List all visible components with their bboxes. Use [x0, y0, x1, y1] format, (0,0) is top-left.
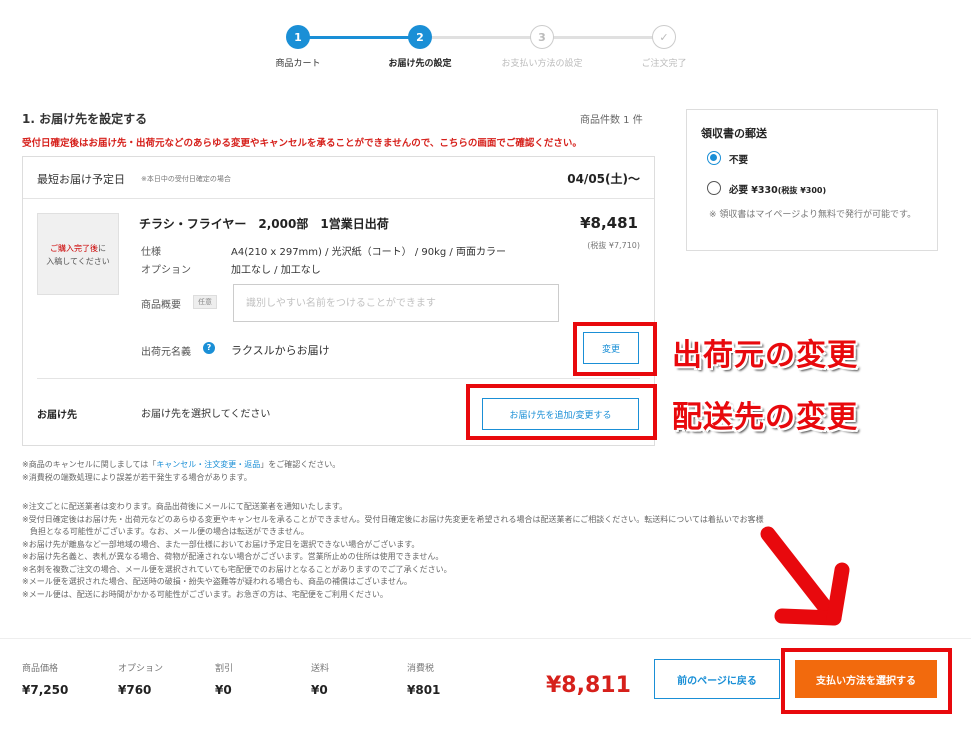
summary-shipping: 送料 ¥0	[311, 661, 329, 697]
step-3-label: お支払い方法の設定	[501, 59, 583, 69]
tax-rounding-note: ※消費税の端数処理により誤差が若干発生する場合があります。	[22, 473, 252, 482]
step-3-circle: 3	[530, 25, 554, 49]
step-1-label: 商品カート	[275, 59, 321, 69]
delivery-date-label: 最短お届け予定日	[37, 173, 125, 186]
annotation-arrow-icon	[760, 526, 850, 626]
summary-label: 消費税	[407, 664, 435, 674]
receipt-title: 領収書の郵送	[701, 127, 767, 140]
receipt-option-needed-tax: (税抜 ¥300)	[777, 186, 827, 195]
thumb-text-suffix: に	[98, 244, 106, 253]
memo-input[interactable]	[233, 284, 559, 322]
divider	[37, 378, 640, 379]
spec-value: A4(210 x 297mm) / 光沢紙（コート） / 90kg / 両面カラ…	[231, 247, 506, 258]
option-label: オプション	[141, 265, 191, 276]
summary-label: 割引	[215, 664, 234, 674]
product-name: チラシ・フライヤー 2,000部 1営業日出荷	[139, 217, 389, 231]
product-price: ¥8,481	[580, 214, 638, 232]
warning-message: 受付日確定後はお届け先・出荷元などのあらゆる変更やキャンセルを承ることができませ…	[22, 138, 582, 149]
highlight-destination-change	[466, 384, 657, 440]
summary-value: ¥760	[118, 683, 152, 697]
summary-product-price: 商品価格 ¥7,250	[22, 661, 68, 697]
note-text: 」をご確認ください。	[260, 460, 341, 469]
order-summary-footer: 商品価格 ¥7,250 オプション ¥760 割引 ¥0 送料 ¥0 消費税 ¥…	[0, 638, 971, 730]
section-title: 1. お届け先を設定する	[22, 112, 148, 126]
origin-label: 出荷元名義	[141, 347, 191, 358]
summary-tax: 消費税 ¥801	[407, 661, 440, 697]
annotation-destination-change: 配送先の変更	[672, 400, 858, 435]
help-icon[interactable]: ?	[203, 342, 215, 354]
select-payment-button[interactable]: 支払い方法を選択する	[795, 660, 937, 698]
receipt-option-not-needed: 不要	[729, 155, 749, 166]
delivery-date-value: 04/05(土)〜	[567, 172, 640, 186]
annotation-origin-change: 出荷元の変更	[672, 338, 858, 373]
receipt-mail-panel: 領収書の郵送 不要 必要 ¥330(税抜 ¥300) ※ 領収書はマイページより…	[686, 109, 938, 251]
option-value: 加工なし / 加工なし	[231, 265, 321, 276]
step-done-check-icon: ✓	[652, 25, 676, 49]
product-price-tax-excluded: (税抜 ¥7,710)	[587, 241, 640, 250]
optional-tag: 任意	[193, 295, 217, 309]
receipt-radio-not-needed[interactable]	[707, 151, 721, 165]
receipt-option-needed-price: 必要 ¥330	[729, 185, 778, 196]
product-thumbnail: ご購入完了後に 入稿してください	[37, 213, 119, 295]
cancellation-policy-link[interactable]: キャンセル・注文変更・返品	[156, 460, 260, 469]
cancellation-notes: ※商品のキャンセルに関しましては「キャンセル・注文変更・返品」をご確認ください。…	[22, 458, 340, 484]
summary-value: ¥7,250	[22, 683, 69, 697]
summary-label: オプション	[118, 664, 164, 674]
order-total: ¥8,811	[546, 673, 631, 698]
summary-value: ¥801	[407, 683, 441, 697]
back-button[interactable]: 前のページに戻る	[654, 659, 780, 699]
summary-label: 商品価格	[22, 664, 59, 674]
summary-option-price: オプション ¥760	[118, 661, 163, 697]
shipping-note: ※注文ごとに配送業者は変わります。商品出荷後にメールにて配送業者を通知いたします…	[22, 502, 348, 511]
item-count: 商品件数 1 件	[580, 115, 643, 126]
step-2-label: お届け先の設定	[388, 59, 452, 69]
step-1-circle: 1	[286, 25, 310, 49]
step-2-circle: 2	[408, 25, 432, 49]
spec-label: 仕様	[141, 247, 161, 258]
summary-value: ¥0	[311, 683, 328, 697]
summary-value: ¥0	[215, 683, 232, 697]
summary-discount: 割引 ¥0	[215, 661, 233, 697]
note-text: ※商品のキャンセルに関しましては「	[22, 460, 157, 469]
highlight-origin-change	[573, 322, 657, 376]
destination-label: お届け先	[37, 410, 77, 421]
delivery-date-note: ※本日中の受付日確定の場合	[141, 175, 231, 183]
thumb-text-red: ご購入完了後	[50, 244, 98, 253]
origin-value: ラクスルからお届け	[231, 344, 330, 357]
step-line-done	[298, 36, 420, 39]
memo-label: 商品概要	[141, 300, 181, 311]
thumb-text-line2: 入稿してください	[46, 257, 110, 266]
checkout-stepper: 1 2 3 ✓ 商品カート お届け先の設定 お支払い方法の設定 ご注文完了	[0, 0, 971, 80]
delivery-date-row: 最短お届け予定日 ※本日中の受付日確定の場合 04/05(土)〜	[23, 157, 654, 199]
summary-label: 送料	[311, 664, 330, 674]
destination-value: お届け先を選択してください	[141, 409, 271, 420]
receipt-radio-needed[interactable]	[707, 181, 721, 195]
receipt-option-needed: 必要 ¥330(税抜 ¥300)	[729, 182, 826, 196]
step-4-label: ご注文完了	[641, 59, 687, 69]
receipt-note: ※ 領収書はマイページより無料で発行が可能です。	[709, 210, 917, 220]
